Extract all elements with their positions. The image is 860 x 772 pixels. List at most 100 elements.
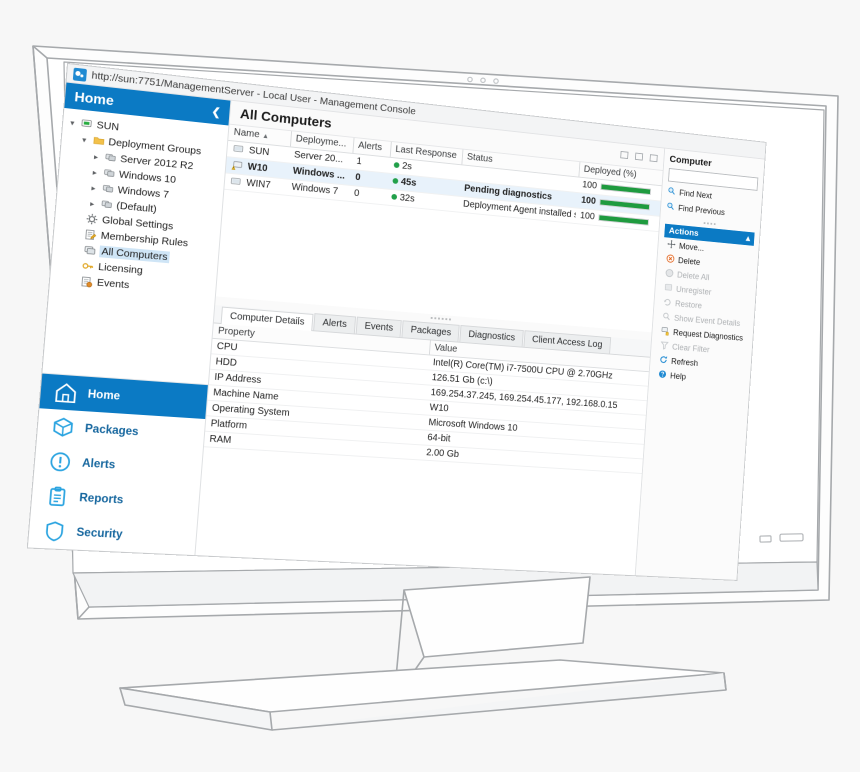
computer-icon: [232, 143, 246, 156]
progress-bar: [599, 198, 650, 211]
tab-label: Computer Details: [229, 310, 305, 328]
action-label: Restore: [674, 298, 703, 311]
nav-button-label: Security: [76, 526, 123, 541]
rules-icon: [84, 228, 98, 241]
grid-column-label: Status: [466, 152, 493, 166]
find-link-label: Find Previous: [677, 203, 726, 218]
main-content: All Computers Name ▲ Deployme... Alerts Las…: [195, 100, 666, 576]
tab-label: Alerts: [322, 317, 348, 330]
sort-ascending-icon: ▲: [261, 133, 270, 141]
last-response-value: 2s: [401, 160, 413, 173]
tree-expander-icon[interactable]: [70, 249, 80, 250]
grid-column-label: Deployme...: [295, 133, 347, 150]
nav-button-list: Home Packages Alerts Reports Security: [27, 372, 208, 556]
home-icon: [54, 381, 77, 403]
last-response-value: 32s: [399, 192, 416, 205]
navigation-tree: ▾ SUN ▾ Deployment Groups ▸ Server 2012 R2 ▸ Wi…: [42, 108, 228, 384]
computer-name: W10: [247, 161, 268, 174]
nav-button-label: Packages: [84, 422, 139, 438]
close-icon[interactable]: [649, 154, 658, 163]
chevron-left-icon[interactable]: ❮: [211, 105, 221, 118]
tab-label: Packages: [410, 324, 452, 339]
report-icon: [46, 486, 69, 508]
screen-area: http://sun:7751/ManagementServer - Local…: [0, 0, 860, 772]
events-icon: [80, 275, 94, 288]
tree-expander-icon[interactable]: ▸: [87, 199, 98, 209]
action-label: Unregister: [675, 284, 712, 297]
refresh-icon: [659, 355, 668, 367]
grid-column-label: Alerts: [357, 140, 383, 154]
restore-icon: [663, 297, 672, 309]
tree-expander-icon[interactable]: ▸: [89, 167, 100, 177]
tree-item-label: (Default): [115, 199, 158, 216]
window-body: Home ❮ ▾ SUN ▾ Deployment Groups ▸ Server 201…: [27, 82, 765, 580]
group-icon: [102, 167, 116, 180]
server-node-icon: [80, 118, 94, 131]
tree-expander-icon[interactable]: ▸: [88, 183, 99, 193]
tree-expander-icon[interactable]: ▾: [67, 118, 78, 128]
shield-icon: [43, 520, 66, 542]
tree-expander-icon[interactable]: ▾: [79, 135, 90, 145]
restore-icon[interactable]: [634, 152, 644, 161]
properties-column-label: Property: [217, 325, 256, 339]
tree-expander-icon[interactable]: [68, 280, 78, 281]
tree-expander-icon[interactable]: [71, 233, 81, 234]
minimize-icon[interactable]: [620, 150, 629, 160]
computers-icon: [83, 244, 97, 257]
clear-filter-icon: [660, 340, 669, 352]
status-dot-icon: [391, 194, 398, 201]
action-label: Help: [669, 371, 687, 382]
action-label: Delete: [677, 255, 701, 267]
actions-label: Actions: [668, 225, 699, 239]
tree-item-label: Events: [96, 276, 130, 292]
action-label: Refresh: [670, 356, 699, 368]
tab-events[interactable]: Events: [355, 316, 403, 337]
deployed-percent: 100: [580, 195, 597, 207]
alert-icon: [49, 451, 72, 473]
delete-all-icon: [665, 268, 674, 280]
grid-column-label: Deployed (%): [583, 164, 637, 181]
grid-column-label: Name: [233, 127, 260, 141]
progress-bar: [597, 214, 649, 226]
tab-alerts[interactable]: Alerts: [313, 312, 356, 334]
delete-icon: [666, 254, 675, 266]
tree-item-label: SUN: [96, 119, 120, 134]
monitor-scene: http://sun:7751/ManagementServer - Local…: [0, 0, 860, 772]
deployed-percent: 100: [581, 179, 598, 192]
tab-label: Client Access Log: [531, 334, 603, 351]
actions-list: Move... Delete Delete All Unregister Restore…: [654, 237, 754, 388]
computer-warning-icon: [231, 159, 245, 172]
gear-icon: [85, 213, 99, 226]
action-label: Delete All: [676, 270, 710, 283]
group-icon: [101, 183, 115, 196]
nav-button-security[interactable]: Security: [28, 513, 197, 556]
move-icon: [667, 239, 676, 251]
group-icon: [100, 198, 114, 211]
tab-label: Diagnostics: [468, 329, 516, 344]
group-icon: [104, 152, 118, 165]
find-link-label: Find Next: [678, 188, 713, 201]
computer-name: SUN: [248, 145, 270, 158]
management-console-icon: [72, 67, 88, 82]
action-label: Clear Filter: [671, 342, 710, 355]
nav-button-label: Home: [87, 388, 121, 403]
nav-button-label: Alerts: [81, 457, 116, 471]
tree-expander-icon[interactable]: [73, 217, 83, 218]
properties-column-label: Value: [434, 342, 458, 355]
unregister-icon: [664, 283, 673, 295]
event-details-icon: [662, 311, 671, 323]
tree-item-label: Licensing: [97, 261, 144, 277]
action-label: Move...: [678, 241, 705, 253]
status-dot-icon: [392, 178, 399, 185]
tree-expander-icon[interactable]: ▸: [91, 152, 102, 162]
sidebar-title: Home: [73, 88, 115, 109]
deployed-percent: 100: [579, 210, 596, 223]
tree-expander-icon[interactable]: [69, 264, 79, 265]
computer-icon: [229, 175, 243, 188]
key-icon: [82, 260, 96, 273]
status-dot-icon: [393, 162, 400, 169]
chevron-up-icon[interactable]: ▴: [746, 234, 751, 244]
help-icon: [658, 369, 667, 381]
request-diagnostics-icon: [661, 326, 670, 338]
progress-bar: [600, 183, 651, 196]
